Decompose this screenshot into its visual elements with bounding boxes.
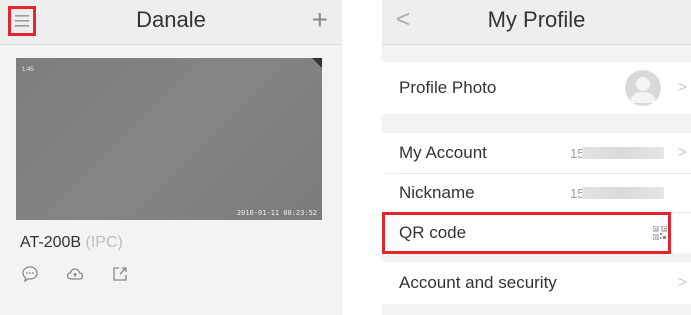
camera-timestamp: 2016-01-11 08:23:52 xyxy=(236,209,317,217)
message-icon xyxy=(22,266,38,283)
profile-photo-label: Profile Photo xyxy=(399,78,497,97)
device-actions xyxy=(20,264,130,284)
redacted-value xyxy=(582,147,664,159)
avatar xyxy=(625,70,661,106)
page-title: My Profile xyxy=(487,7,586,32)
chevron-right-icon: > xyxy=(677,79,687,96)
device-list-header: Danale + xyxy=(0,0,342,45)
account-security-label: Account and security xyxy=(399,273,557,292)
qr-code-label: QR code xyxy=(399,223,467,242)
user-avatar-icon xyxy=(630,77,656,103)
device-name[interactable]: AT-200B (IPC) xyxy=(20,234,123,252)
my-account-label: My Account xyxy=(399,143,487,162)
add-device-button[interactable]: + xyxy=(312,5,328,35)
camera-time-overlay: 1:45 xyxy=(22,67,34,73)
nickname-label: Nickname xyxy=(399,183,475,202)
camera-corner-marker xyxy=(312,58,322,68)
share-icon xyxy=(113,267,127,281)
device-list-panel: Danale + 1:45 2016-01-11 08:23:52 AT-200… xyxy=(0,0,342,315)
camera-preview[interactable]: 1:45 2016-01-11 08:23:52 xyxy=(16,58,322,220)
my-account-row[interactable]: My Account 151 > xyxy=(382,133,691,173)
nickname-row[interactable]: Nickname 151 xyxy=(382,174,691,212)
account-security-row[interactable]: Account and security > xyxy=(382,262,691,304)
share-button[interactable] xyxy=(110,264,130,284)
qr-code-row[interactable]: QR code xyxy=(382,213,691,253)
app-title: Danale xyxy=(136,7,206,32)
message-button[interactable] xyxy=(20,264,40,284)
chevron-right-icon: > xyxy=(677,144,687,161)
qr-code-icon xyxy=(653,226,667,240)
device-type: (IPC) xyxy=(85,234,123,251)
redacted-value xyxy=(582,187,664,199)
device-model: AT-200B xyxy=(20,234,82,251)
plus-icon: + xyxy=(311,4,328,35)
cloud-icon xyxy=(66,268,84,280)
my-profile-panel: < My Profile Profile Photo > My Account … xyxy=(382,0,691,315)
profile-header: < My Profile xyxy=(382,0,691,45)
profile-photo-row[interactable]: Profile Photo > xyxy=(382,62,691,114)
cloud-button[interactable] xyxy=(65,264,85,284)
chevron-right-icon: > xyxy=(677,274,687,291)
